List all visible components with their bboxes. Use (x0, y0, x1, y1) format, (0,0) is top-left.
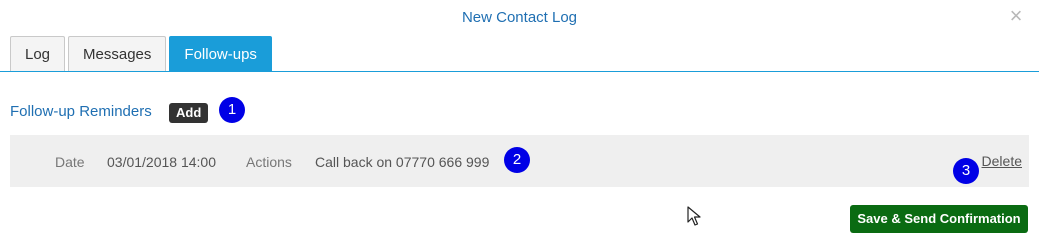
date-label: Date (55, 154, 85, 170)
tab-messages[interactable]: Messages (68, 36, 167, 72)
tab-log[interactable]: Log (10, 36, 66, 72)
add-reminder-button[interactable]: Add (169, 103, 209, 123)
section-heading: Follow-up Reminders (10, 103, 152, 120)
tab-bar: Log Messages Follow-ups (10, 36, 272, 72)
actions-value: Call back on 07770 666 999 (315, 154, 490, 170)
delete-link[interactable]: Delete (982, 153, 1022, 169)
annotation-badge-2: 2 (504, 147, 530, 173)
annotation-badge-1: 1 (219, 97, 245, 123)
tab-divider (0, 71, 1039, 72)
date-value: 03/01/2018 14:00 (107, 154, 216, 170)
tab-follow-ups[interactable]: Follow-ups (169, 36, 272, 72)
modal-title: New Contact Log (461, 9, 578, 26)
save-send-confirmation-button[interactable]: Save & Send Confirmation (850, 205, 1028, 233)
annotation-badge-3: 3 (953, 158, 979, 184)
close-icon[interactable]: × (1007, 5, 1025, 27)
actions-label: Actions (246, 154, 292, 170)
mouse-cursor-icon (687, 206, 701, 226)
